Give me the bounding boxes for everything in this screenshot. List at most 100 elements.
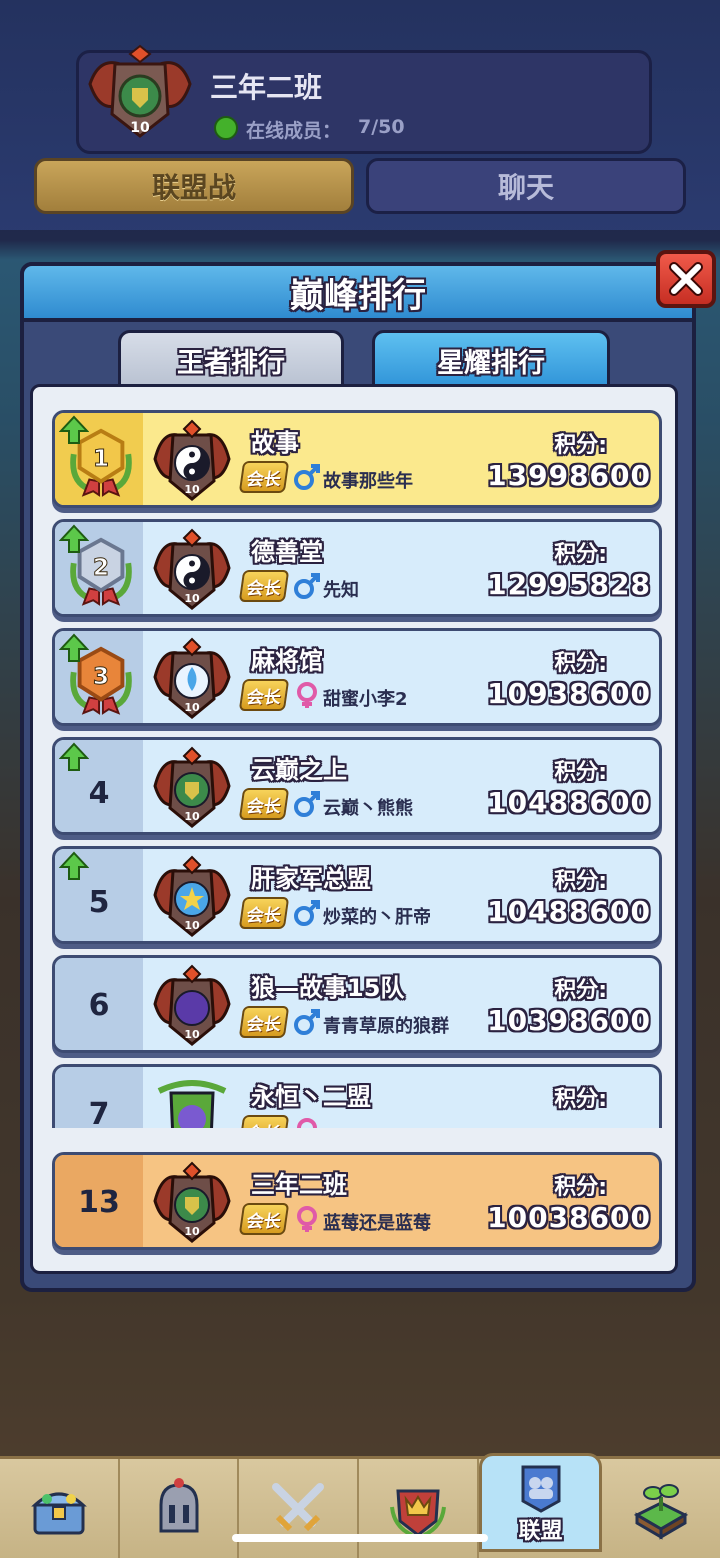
- ranking-row[interactable]: 1 10 故事会长 故事那些年 积分: 13998600: [52, 410, 662, 508]
- knight-helmet-icon: [159, 1477, 198, 1532]
- rank-number: 7: [88, 1097, 110, 1128]
- team-emblem-icon: 10: [153, 855, 231, 937]
- rank-up-arrow-icon: [59, 524, 89, 553]
- rank-up-arrow-icon: [59, 742, 89, 771]
- score-value: 10398600: [487, 1004, 651, 1037]
- rank-number: 1: [93, 444, 109, 472]
- team-name: 云巅之上: [251, 756, 347, 784]
- own-guild-ranking: 13 10 三年二班会长 蓝莓还是蓝莓 积分: 10038600: [44, 1150, 674, 1260]
- team-name: 永恒丶二盟: [251, 1083, 371, 1111]
- rank-number: 4: [88, 776, 110, 811]
- leader-name: 故事那些年: [323, 471, 413, 492]
- rank-up-arrow-icon: [59, 415, 89, 444]
- tab-king-ranking-label: 王者排行: [177, 348, 285, 379]
- team-level: 10: [184, 1225, 200, 1238]
- rank-number: 5: [88, 885, 110, 920]
- bottom-nav: 联盟: [0, 1453, 720, 1558]
- team-emblem-icon: [157, 1080, 227, 1128]
- rank-number: 13: [78, 1185, 120, 1220]
- ranking-row[interactable]: 6 10 狼—故事15队 会长 青青草原的狼群 积分: 10398600: [52, 955, 662, 1053]
- nav-garden[interactable]: [602, 1459, 720, 1558]
- leader-name: 蓝莓还是蓝莓: [323, 1213, 431, 1234]
- rank-number: 2: [93, 553, 109, 581]
- tab-star-ranking[interactable]: 星耀排行: [372, 330, 610, 388]
- ranking-row[interactable]: 5 10 肝家军总盟 会长 炒菜的丶肝帝 积分: 10488600: [52, 846, 662, 944]
- ranking-row[interactable]: 2 10 德善堂 会长 先知 积分: 12995828: [52, 519, 662, 617]
- nav-heroes[interactable]: [120, 1459, 240, 1558]
- tab-alliance-war[interactable]: 联盟战: [34, 158, 354, 214]
- leader-name: 青青草原的狼群: [323, 1016, 449, 1037]
- close-button[interactable]: [656, 250, 716, 308]
- team-emblem-icon: 10: [153, 746, 231, 828]
- male-icon: [294, 573, 320, 599]
- leader-badge: 会长: [238, 1115, 290, 1128]
- team-level: 10: [184, 592, 200, 605]
- own-guild-row[interactable]: 13 10 三年二班会长 蓝莓还是蓝莓 积分: 10038600: [52, 1152, 662, 1250]
- ranking-row[interactable]: 4 10 云巅之上会长 云巅丶熊熊 积分: 10488600: [52, 737, 662, 835]
- tab-alliance-war-label: 联盟战: [151, 171, 236, 204]
- score-label: 积分:: [554, 1087, 607, 1112]
- team-level: 10: [184, 483, 200, 496]
- female-icon: [297, 1118, 317, 1128]
- leader-name: 甜蜜小李2: [323, 689, 408, 710]
- crossed-swords-icon: [272, 1482, 325, 1531]
- treasure-chest-icon: [30, 1492, 87, 1534]
- leader-badge: 会长: [238, 897, 290, 929]
- score-label: 积分:: [554, 542, 607, 567]
- tab-star-ranking-label: 星耀排行: [437, 348, 545, 379]
- team-name: 三年二班: [251, 1171, 347, 1199]
- leader-badge: 会长: [238, 461, 290, 493]
- tab-king-ranking[interactable]: 王者排行: [118, 330, 344, 388]
- team-name: 故事: [251, 429, 299, 457]
- score-value: 13998600: [487, 459, 651, 492]
- online-members-label: 在线成员：: [246, 120, 342, 142]
- ranking-row[interactable]: 3 10 麻将馆 会长 甜蜜小李2 积分: 10938600: [52, 628, 662, 726]
- ranking-row[interactable]: 7 永恒丶二盟会长 积分:: [52, 1064, 662, 1128]
- tab-chat[interactable]: 聊天: [366, 158, 686, 214]
- leader-name: 云巅丶熊熊: [323, 798, 413, 819]
- nav-treasure[interactable]: [0, 1459, 120, 1558]
- team-name: 狼—故事15队: [251, 974, 405, 1002]
- male-icon: [294, 1009, 320, 1035]
- nav-alliance-label: 联盟: [518, 1519, 563, 1544]
- score-value: 10038600: [487, 1201, 651, 1234]
- guild-name: 三年二班: [210, 71, 323, 104]
- team-level: 10: [184, 810, 200, 823]
- ranking-list[interactable]: 1 10 故事 会长 故事那些年 积分: 13998600 2 10 德善堂 会长 先知 积分: 1299…: [44, 398, 674, 1128]
- team-emblem-icon: 10: [153, 637, 231, 719]
- guild-emblem-icon: 10: [88, 44, 192, 138]
- online-members-count: 7/50: [358, 116, 405, 138]
- score-label: 积分:: [554, 1175, 607, 1200]
- rank-up-arrow-icon: [59, 851, 89, 880]
- score-label: 积分:: [554, 869, 607, 894]
- team-emblem-icon: 10: [153, 964, 231, 1046]
- team-name: 麻将馆: [251, 647, 323, 675]
- team-level: 10: [184, 1028, 200, 1041]
- leader-name: 先知: [323, 580, 359, 601]
- rank-number: 3: [93, 662, 109, 690]
- team-emblem-icon: 10: [153, 419, 231, 501]
- score-label: 积分:: [554, 433, 607, 458]
- close-icon: [669, 262, 703, 296]
- home-indicator[interactable]: [232, 1534, 488, 1542]
- team-name: 德善堂: [251, 538, 323, 566]
- male-icon: [294, 900, 320, 926]
- nav-alliance[interactable]: 联盟: [478, 1453, 603, 1552]
- female-icon: [297, 682, 317, 708]
- leader-badge: 会长: [238, 1203, 290, 1235]
- score-label: 积分:: [554, 760, 607, 785]
- rank-number: 6: [88, 988, 110, 1023]
- online-status-icon: [214, 116, 238, 140]
- nav-kingdom[interactable]: [359, 1459, 479, 1558]
- modal-title: 巅峰排行: [290, 275, 426, 316]
- leader-badge: 会长: [238, 788, 290, 820]
- crown-shield-icon: [389, 1489, 446, 1537]
- nav-battle[interactable]: [239, 1459, 360, 1558]
- tab-chat-label: 聊天: [497, 171, 554, 204]
- score-label: 积分:: [554, 651, 607, 676]
- female-icon: [297, 1206, 317, 1232]
- score-value: 10488600: [487, 786, 651, 819]
- score-value: 10488600: [487, 895, 651, 928]
- score-value: 10938600: [487, 677, 651, 710]
- team-level: 10: [184, 919, 200, 932]
